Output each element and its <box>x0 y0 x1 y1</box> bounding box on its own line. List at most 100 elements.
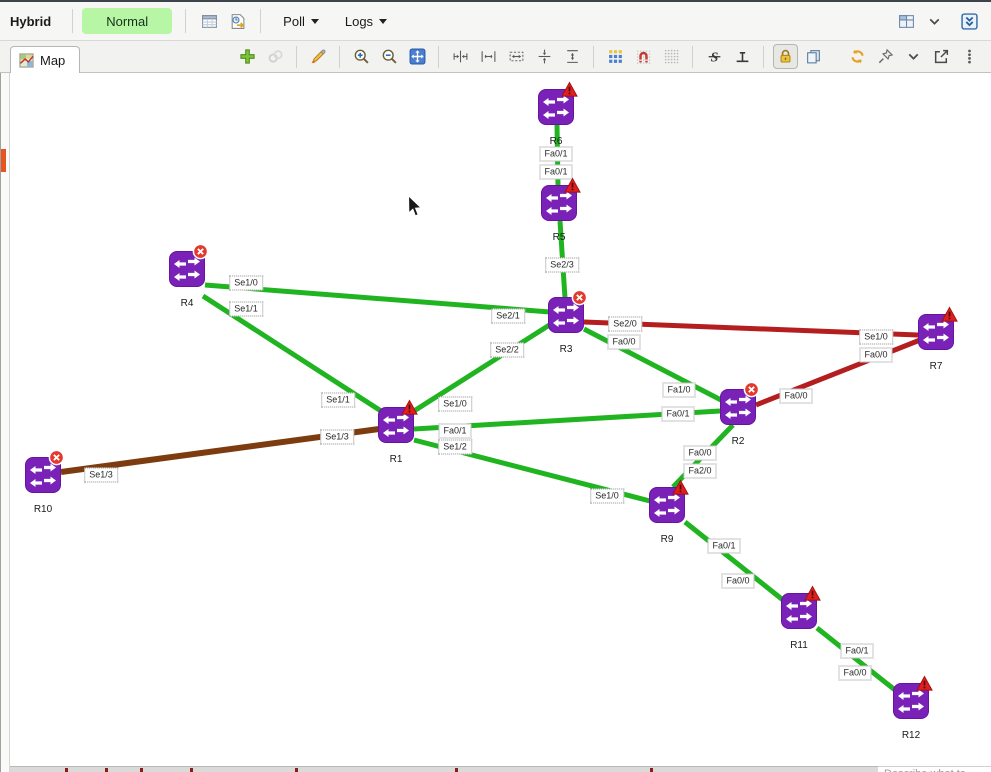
pin-button[interactable] <box>873 44 898 69</box>
snap-magnet-button[interactable] <box>631 44 656 69</box>
toolbar-separator <box>296 46 297 68</box>
distribute-horizontal-button[interactable] <box>448 44 473 69</box>
export-icon <box>933 48 950 65</box>
iface-label[interactable]: Fa0/0 <box>779 389 812 404</box>
stretch-horizontal-button[interactable] <box>504 44 529 69</box>
node-R11[interactable] <box>781 593 817 629</box>
separator <box>72 9 73 33</box>
toolbar-separator <box>763 46 764 68</box>
iface-label[interactable]: Fa0/0 <box>859 348 892 363</box>
add-link-button[interactable] <box>263 44 288 69</box>
toolbar-group <box>843 44 983 69</box>
grid-snap-button[interactable] <box>603 44 628 69</box>
topbar-report-button[interactable] <box>224 8 250 34</box>
iface-label[interactable]: Fa0/1 <box>661 407 694 422</box>
menu-poll[interactable]: Poll <box>279 10 323 33</box>
status-button[interactable]: Normal <box>82 8 172 34</box>
error-badge-icon <box>571 289 588 306</box>
bottom-panel-sliver <box>0 766 878 772</box>
node-R1[interactable] <box>378 407 414 443</box>
open-external-button[interactable] <box>929 44 954 69</box>
map-canvas[interactable]: R6R5R4R3R7R2R1R10R9R11R12 Fa0/1Fa0/1Se2/… <box>0 72 991 772</box>
topbar-panels-button[interactable] <box>893 8 919 34</box>
node-R2[interactable] <box>720 389 756 425</box>
match-width-button[interactable] <box>476 44 501 69</box>
node-R6[interactable] <box>538 89 574 125</box>
highlight-button[interactable] <box>306 44 331 69</box>
cutoff-text-tick <box>190 768 193 772</box>
mouse-cursor-icon <box>407 195 423 223</box>
map-icon <box>19 53 34 68</box>
grid-toggle-button[interactable] <box>659 44 684 69</box>
link-R11-R12[interactable] <box>817 628 895 690</box>
separator <box>185 9 186 33</box>
iface-label[interactable]: Fa2/0 <box>683 464 716 479</box>
cutoff-text-tick <box>295 768 298 772</box>
zoom-fit-button[interactable] <box>405 44 430 69</box>
node-R9[interactable] <box>649 487 685 523</box>
warning-badge-icon <box>561 81 578 98</box>
add-button[interactable] <box>235 44 260 69</box>
iface-label[interactable]: Se1/0 <box>859 330 893 345</box>
iface-label[interactable]: Se2/1 <box>491 309 525 324</box>
iface-label[interactable]: Se2/2 <box>490 343 524 358</box>
node-R7[interactable] <box>918 314 954 350</box>
warning-badge-icon <box>672 479 689 496</box>
node-R12[interactable] <box>893 683 929 719</box>
topbar-chevron-down-button[interactable] <box>921 8 947 34</box>
zoom-out-button[interactable] <box>377 44 402 69</box>
cutoff-text-tick <box>455 768 458 772</box>
node-R4[interactable] <box>169 251 205 287</box>
topbar: Hybrid Normal PollLogs <box>0 2 991 41</box>
link-R1-R3[interactable] <box>414 324 551 411</box>
iface-label[interactable]: Se2/3 <box>545 258 579 273</box>
link-R3-R2[interactable] <box>584 329 721 400</box>
iface-label[interactable]: Fa0/1 <box>539 147 572 162</box>
label-style-button[interactable]: S <box>702 44 727 69</box>
iface-label[interactable]: Fa0/1 <box>438 424 471 439</box>
label-orientation-button[interactable] <box>730 44 755 69</box>
pin-menu-button[interactable] <box>901 44 926 69</box>
copy-button[interactable] <box>801 44 826 69</box>
iface-label[interactable]: Se1/0 <box>590 489 624 504</box>
app-window: { "topbar": { "mode_label": "Hybrid", "s… <box>0 0 991 772</box>
iface-label[interactable]: Fa0/0 <box>683 446 716 461</box>
lock-icon <box>777 48 794 65</box>
iface-label[interactable]: Fa0/0 <box>607 335 640 350</box>
topbar-table-button[interactable] <box>196 8 222 34</box>
more-options-button[interactable] <box>957 44 982 69</box>
lock-button[interactable] <box>773 44 798 69</box>
bottom-partial-text: Describe what to <box>878 766 991 772</box>
tabbar: Map S <box>0 41 991 73</box>
iface-label[interactable]: Fa0/0 <box>838 666 871 681</box>
toolbar-group <box>233 44 289 69</box>
iface-label[interactable]: Fa0/0 <box>721 574 754 589</box>
node-R10[interactable] <box>25 457 61 493</box>
report-icon <box>229 13 246 30</box>
tab-map[interactable]: Map <box>10 46 80 73</box>
iface-label[interactable]: Se1/1 <box>229 302 263 317</box>
iface-label[interactable]: Se1/3 <box>84 468 118 483</box>
iface-label[interactable]: Se2/0 <box>608 317 642 332</box>
node-R3[interactable] <box>548 297 584 333</box>
iface-label[interactable]: Se1/2 <box>438 440 472 455</box>
iface-label[interactable]: Fa1/0 <box>662 383 695 398</box>
highlight-icon <box>310 48 327 65</box>
topbar-collapse-all-button[interactable] <box>956 8 982 34</box>
error-badge-icon <box>743 381 760 398</box>
iface-label[interactable]: Se1/0 <box>438 397 472 412</box>
stretch-h-icon <box>508 48 525 65</box>
dots-icon <box>961 48 978 65</box>
iface-label[interactable]: Se1/3 <box>320 430 354 445</box>
chevron-down-icon <box>905 48 922 65</box>
iface-label[interactable]: Se1/1 <box>321 393 355 408</box>
node-R5[interactable] <box>541 185 577 221</box>
match-height-button[interactable] <box>560 44 585 69</box>
iface-label[interactable]: Fa0/1 <box>707 539 740 554</box>
iface-label[interactable]: Se1/0 <box>229 276 263 291</box>
menu-logs[interactable]: Logs <box>341 10 391 33</box>
iface-label[interactable]: Fa0/1 <box>840 644 873 659</box>
distribute-vertical-button[interactable] <box>532 44 557 69</box>
reload-button[interactable] <box>845 44 870 69</box>
zoom-in-button[interactable] <box>349 44 374 69</box>
